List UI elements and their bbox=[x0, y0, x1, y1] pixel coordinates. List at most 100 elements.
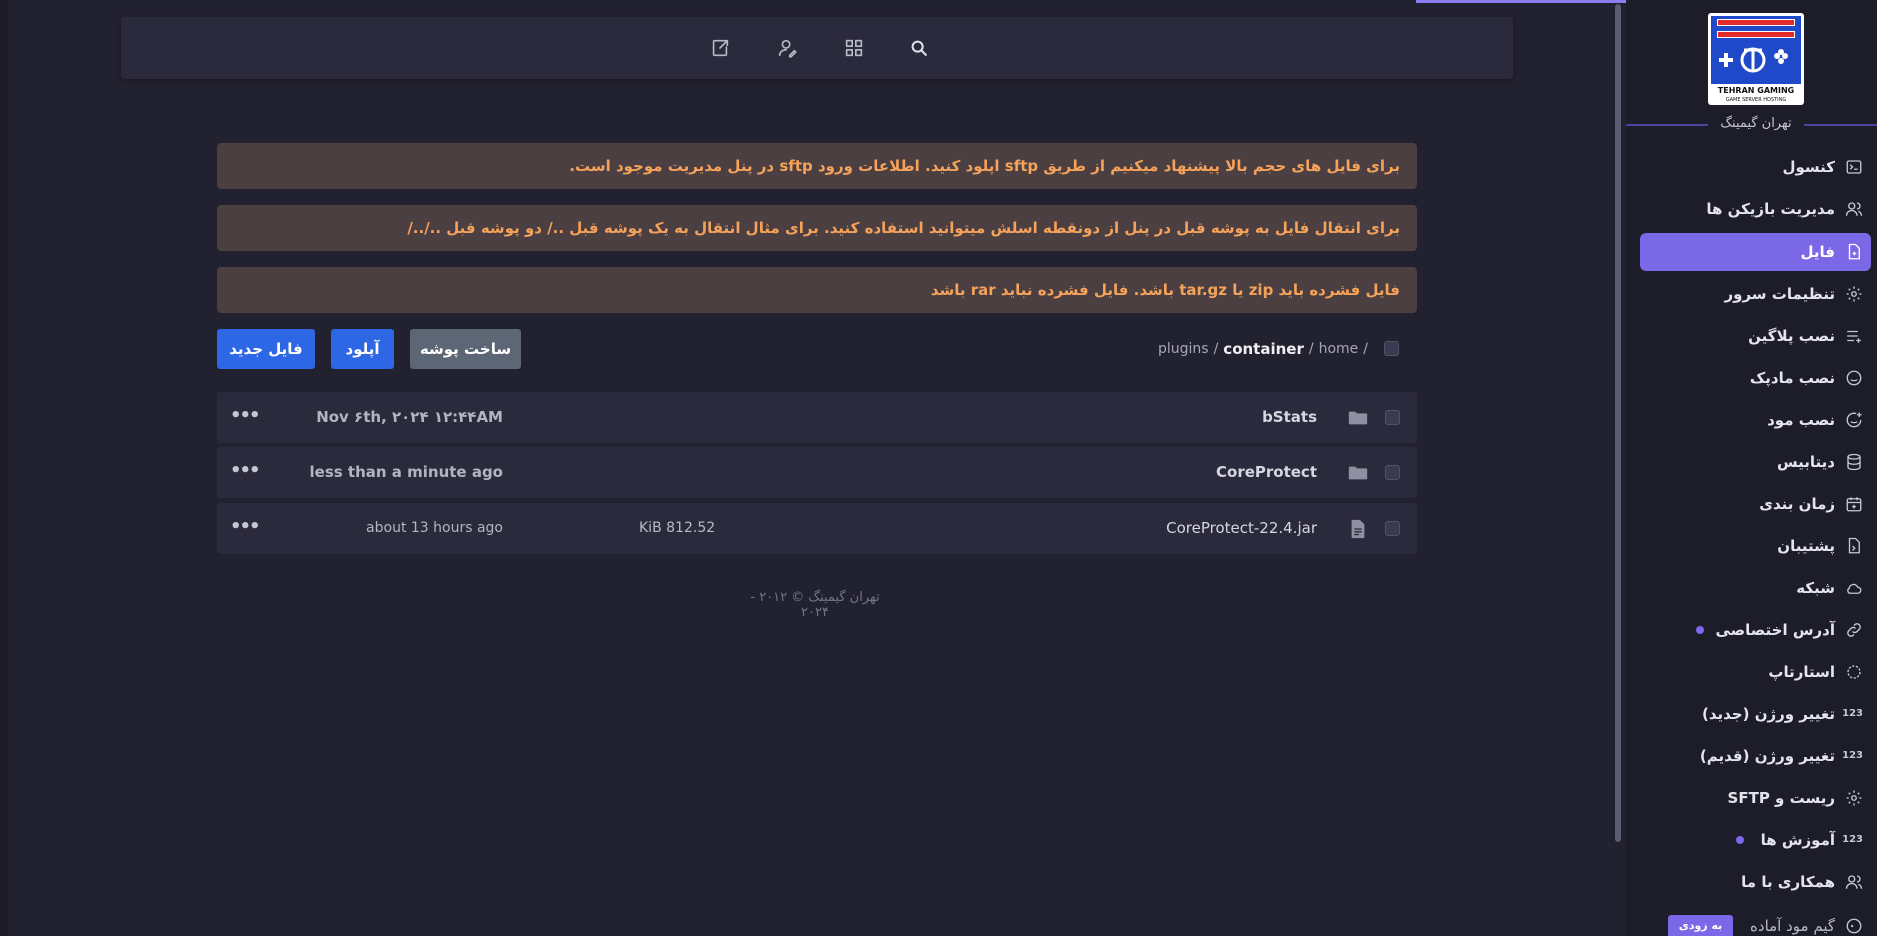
file-name[interactable]: CoreProtect bbox=[1216, 447, 1317, 498]
sidebar-item-label: تغییر ورژن (جدید) bbox=[1701, 705, 1835, 723]
sidebar-item-backup[interactable]: پشتیبان bbox=[1640, 527, 1871, 565]
file-name[interactable]: CoreProtect-22.4.jar bbox=[1166, 503, 1317, 554]
file-icon bbox=[1845, 243, 1863, 261]
tehran-gaming-logo[interactable]: TEHRAN GAMING GAME SERVER HOSTING bbox=[1708, 13, 1804, 105]
row-checkbox[interactable] bbox=[1385, 410, 1400, 425]
123-icon: 123 bbox=[1842, 705, 1863, 723]
gear-icon bbox=[1845, 789, 1863, 807]
sidebar-item-label: دیتابیس bbox=[1776, 453, 1835, 471]
row-checkbox[interactable] bbox=[1385, 521, 1400, 536]
sidebar-item-tutorials[interactable]: 123 آموزش ها bbox=[1640, 821, 1871, 859]
top-toolbar bbox=[121, 17, 1513, 79]
scrollbar-thumb[interactable] bbox=[1615, 4, 1621, 842]
123-icon-text: 123 bbox=[1842, 834, 1863, 845]
file-modified: Nov ۶th, ۲۰۲۴ ۱۲:۴۴AM bbox=[316, 408, 503, 426]
sidebar-item-label: فایل bbox=[1800, 243, 1835, 261]
new-indicator-dot bbox=[1736, 836, 1744, 844]
sidebar-item-schedule[interactable]: زمان بندی bbox=[1640, 485, 1871, 523]
sidebar-item-network[interactable]: شبکه bbox=[1640, 569, 1871, 607]
row-menu-button[interactable]: ••• bbox=[230, 503, 260, 551]
breadcrumb-separator: / bbox=[1363, 341, 1368, 357]
sidebar-item-plugin-install[interactable]: نصب پلاگین bbox=[1640, 317, 1871, 355]
sidebar-item-label: ریست و SFTP bbox=[1727, 789, 1835, 807]
select-all-checkbox[interactable] bbox=[1384, 341, 1399, 356]
grid-icon[interactable] bbox=[843, 37, 865, 59]
file-text-icon bbox=[1347, 518, 1369, 540]
row-menu-button[interactable]: ••• bbox=[230, 447, 260, 495]
sidebar-item-label: نصب مود bbox=[1767, 411, 1835, 429]
calendar-icon bbox=[1845, 495, 1863, 513]
terminal-icon bbox=[1845, 158, 1863, 176]
sidebar-item-dedicated-address[interactable]: آدرس اختصاصی bbox=[1640, 611, 1871, 649]
sidebar-item-label: گیم مود آماده bbox=[1750, 917, 1835, 935]
breadcrumb-crumb-plugins: plugins bbox=[1157, 341, 1209, 357]
loader-icon bbox=[1845, 663, 1863, 681]
gear-icon bbox=[1845, 285, 1863, 303]
new-file-button[interactable]: فایل جدید bbox=[217, 329, 315, 369]
sidebar-item-label: همکاری با ما bbox=[1741, 873, 1835, 891]
gamepad-emblem-icon bbox=[1719, 47, 1788, 73]
sidebar-item-label: کنسول bbox=[1782, 158, 1835, 176]
breadcrumb-separator: / bbox=[1213, 341, 1219, 357]
cloud-icon bbox=[1845, 579, 1863, 597]
sidebar-item-server-settings[interactable]: تنظیمات سرور bbox=[1640, 275, 1871, 313]
link-icon bbox=[1845, 621, 1863, 639]
file-name[interactable]: bStats bbox=[1262, 392, 1317, 443]
logo-title: TEHRAN GAMING bbox=[1717, 86, 1795, 95]
file-row[interactable]: bStats Nov ۶th, ۲۰۲۴ ۱۲:۴۴AM ••• bbox=[217, 392, 1417, 443]
123-icon: 123 bbox=[1842, 747, 1863, 765]
notice-parent-folder: برای انتقال فایل به پوشه قبل در پنل از د… bbox=[217, 205, 1417, 251]
new-folder-button[interactable]: ساخت پوشه bbox=[410, 329, 521, 369]
file-size: 812.52 KiB bbox=[639, 520, 716, 536]
upload-button[interactable]: آپلود bbox=[331, 329, 394, 369]
smile-plus-icon bbox=[1845, 411, 1863, 429]
users-icon bbox=[1845, 200, 1863, 218]
sidebar: TEHRAN GAMING GAME SERVER HOSTING تهران … bbox=[1626, 0, 1877, 936]
breadcrumb: plugins / container / home / bbox=[1158, 338, 1368, 360]
row-menu-button[interactable]: ••• bbox=[230, 392, 260, 440]
123-icon-text: 123 bbox=[1842, 708, 1863, 719]
sidebar-item-modpack-install[interactable]: نصب مادپک bbox=[1640, 359, 1871, 397]
sidebar-item-label: مدیریت بازیکن ها bbox=[1706, 200, 1835, 218]
sidebar-item-label: نصب پلاگین bbox=[1748, 327, 1835, 345]
notice-sftp: برای فایل های حجم بالا پیشنهاد میکنیم از… bbox=[217, 143, 1417, 189]
sidebar-item-label: آدرس اختصاصی bbox=[1715, 621, 1835, 639]
sidebar-item-database[interactable]: دیتابیس bbox=[1640, 443, 1871, 481]
file-row[interactable]: CoreProtect-22.4.jar 812.52 KiB about 13… bbox=[217, 503, 1417, 554]
folder-icon bbox=[1347, 407, 1369, 429]
coming-soon-badge: به زودی bbox=[1668, 915, 1733, 936]
sidebar-item-label: تغییر ورژن (قدیم) bbox=[1699, 747, 1835, 765]
breadcrumb-crumb-home[interactable]: home bbox=[1319, 341, 1359, 357]
window-edge bbox=[0, 0, 8, 936]
sidebar-item-label: تنظیمات سرور bbox=[1724, 285, 1835, 303]
sidebar-item-players[interactable]: مدیریت بازیکن ها bbox=[1640, 190, 1871, 228]
exit-icon[interactable] bbox=[709, 37, 731, 59]
gamepad-icon bbox=[1845, 917, 1863, 935]
sidebar-item-label: شبکه bbox=[1796, 579, 1835, 597]
123-icon-text: 123 bbox=[1842, 750, 1863, 761]
123-icon: 123 bbox=[1842, 831, 1863, 849]
logo-subtitle: GAME SERVER HOSTING bbox=[1725, 97, 1787, 103]
sidebar-item-version-new[interactable]: 123 تغییر ورژن (جدید) bbox=[1640, 695, 1871, 733]
sidebar-item-label: زمان بندی bbox=[1759, 495, 1835, 513]
file-archive-icon bbox=[1845, 537, 1863, 555]
sidebar-item-startup[interactable]: استارتاپ bbox=[1640, 653, 1871, 691]
search-icon[interactable] bbox=[908, 37, 930, 59]
sidebar-item-partnership[interactable]: همکاری با ما bbox=[1640, 863, 1871, 901]
smile-icon bbox=[1845, 369, 1863, 387]
notice-archive-format: فایل فشرده باید zip یا tar.gz باشد. فایل… bbox=[217, 267, 1417, 313]
sidebar-item-console[interactable]: کنسول bbox=[1640, 148, 1871, 186]
top-accent-line bbox=[1416, 0, 1626, 3]
file-modified: about 13 hours ago bbox=[366, 520, 503, 536]
file-modified: less than a minute ago bbox=[309, 463, 503, 481]
file-row[interactable]: CoreProtect less than a minute ago ••• bbox=[217, 447, 1417, 498]
breadcrumb-separator: / bbox=[1308, 341, 1314, 357]
sidebar-item-files[interactable]: فایل bbox=[1640, 233, 1871, 271]
user-edit-icon[interactable] bbox=[776, 37, 798, 59]
sidebar-item-label: آموزش ها bbox=[1760, 831, 1835, 849]
sidebar-item-mod-install[interactable]: نصب مود bbox=[1640, 401, 1871, 439]
row-checkbox[interactable] bbox=[1385, 465, 1400, 480]
sidebar-item-reset-sftp[interactable]: ریست و SFTP bbox=[1640, 779, 1871, 817]
breadcrumb-crumb-container[interactable]: container bbox=[1223, 340, 1304, 358]
sidebar-item-version-old[interactable]: 123 تغییر ورژن (قدیم) bbox=[1640, 737, 1871, 775]
